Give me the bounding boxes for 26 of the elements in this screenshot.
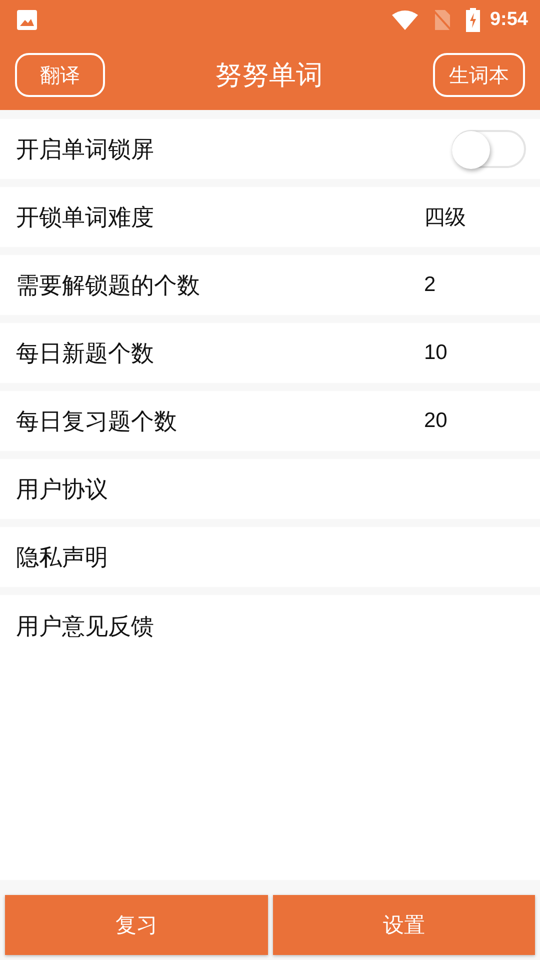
setting-label: 用户协议	[16, 476, 109, 504]
setting-label: 开锁单词难度	[16, 204, 155, 232]
setting-label: 用户意见反馈	[16, 613, 155, 642]
setting-label: 需要解锁题的个数	[16, 272, 201, 300]
settings-row[interactable]: 隐私声明	[0, 527, 540, 587]
settings-row[interactable]: 开启单词锁屏	[0, 119, 540, 179]
setting-label: 每日新题个数	[16, 340, 155, 368]
settings-row[interactable]: 用户协议	[0, 459, 540, 519]
clock-time: 9:54	[490, 9, 528, 31]
toggle-switch[interactable]	[452, 130, 526, 168]
setting-value: 20	[424, 409, 448, 433]
setting-value: 四级	[424, 205, 467, 231]
setting-label: 开启单词锁屏	[16, 136, 155, 164]
settings-row[interactable]: 每日复习题个数 20	[0, 391, 540, 451]
setting-value: 10	[424, 341, 448, 365]
app-title: 努努单词	[215, 59, 323, 93]
settings-row[interactable]: 开锁单词难度 四级	[0, 187, 540, 247]
battery-icon	[466, 8, 480, 32]
image-icon	[16, 9, 38, 31]
settings-row[interactable]: 每日新题个数 10	[0, 323, 540, 383]
wifi-icon	[392, 10, 418, 30]
settings-row[interactable]: 用户意见反馈	[0, 595, 540, 880]
settings-row[interactable]: 需要解锁题的个数 2	[0, 255, 540, 315]
setting-label: 每日复习题个数	[16, 408, 178, 436]
setting-label: 隐私声明	[16, 544, 109, 572]
setting-value: 2	[424, 273, 437, 297]
